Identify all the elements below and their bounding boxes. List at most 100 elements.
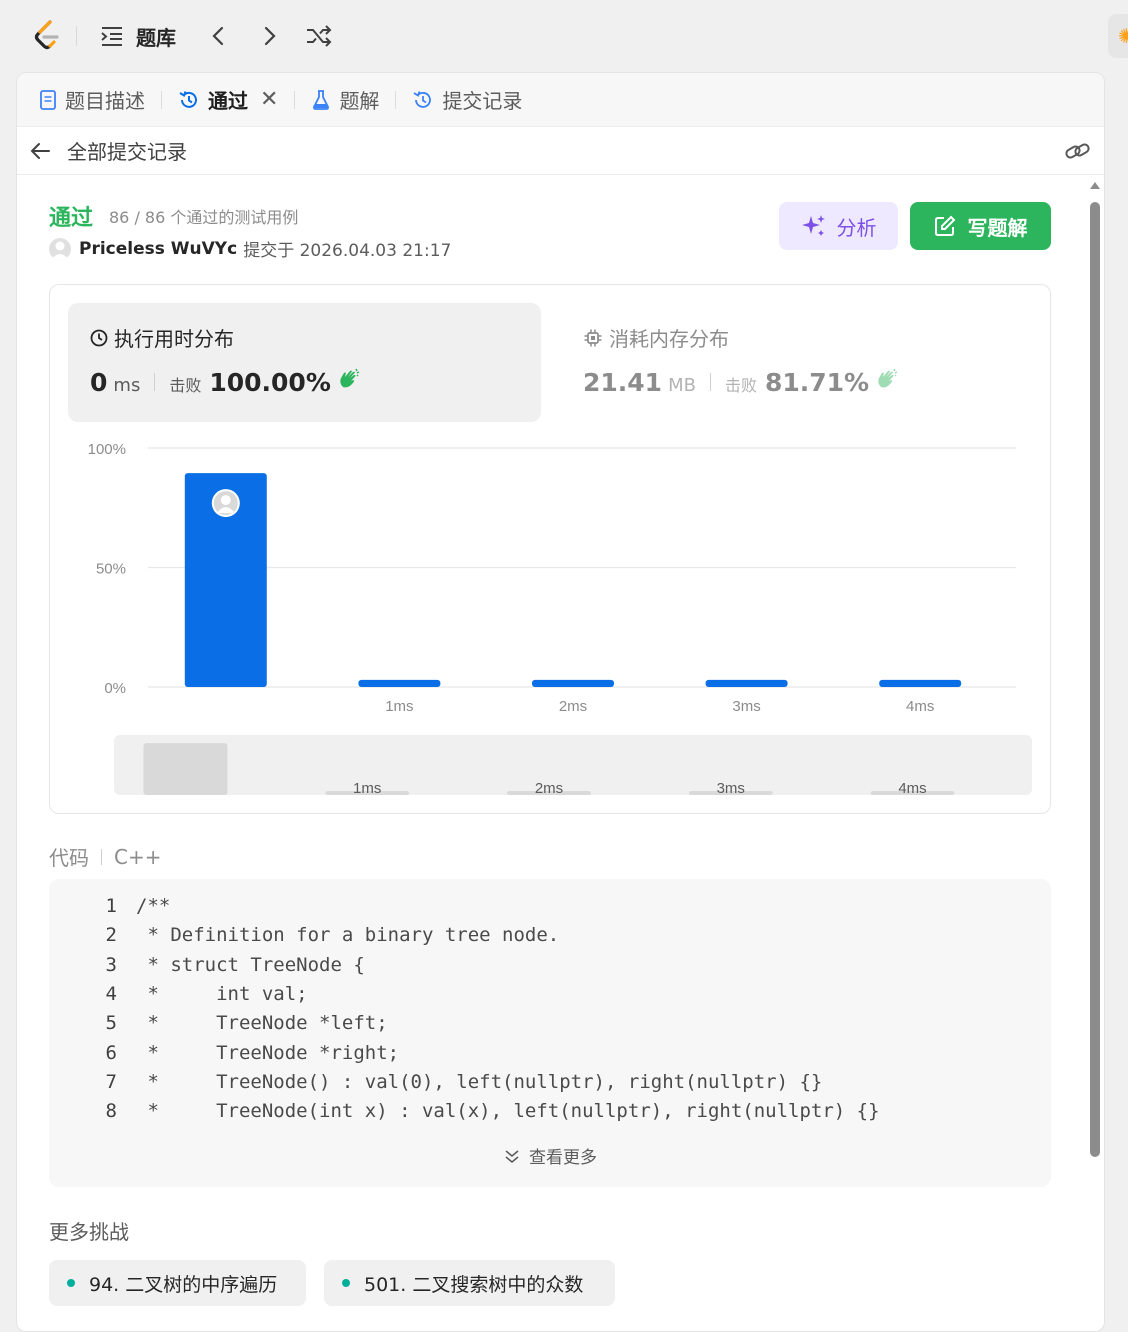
code-text: * TreeNode *right;	[136, 1041, 400, 1064]
line-number: 6	[105, 1041, 117, 1064]
tab-description[interactable]: 题目描述	[35, 80, 149, 120]
y-tick-label: 50%	[96, 561, 126, 578]
runtime-stats[interactable]: 执行用时分布 0 ms 击败 100.00%	[68, 303, 541, 422]
show-more-label: 查看更多	[529, 1148, 597, 1168]
challenge-label: 94. 二叉树的中序遍历	[89, 1273, 278, 1296]
code-text: /**	[136, 895, 171, 917]
line-number: 8	[105, 1100, 117, 1123]
x-tick-label: 4ms	[906, 698, 934, 715]
chart-bar[interactable]	[705, 679, 788, 687]
show-more-button[interactable]: 查看更多	[49, 1143, 1051, 1168]
code-line: 3 * struct TreeNode {	[49, 954, 365, 983]
flask-icon	[311, 89, 331, 111]
write-solution-button[interactable]: 写题解	[910, 202, 1051, 250]
code-block[interactable]: 1 /** 2 * Definition for a binary tree nod…	[49, 879, 1051, 1187]
problem-list-button[interactable]: 题库	[100, 20, 176, 52]
premium-side-button[interactable]: ✺	[1108, 14, 1128, 58]
leetcode-logo[interactable]	[30, 18, 66, 54]
double-chevron-down-icon	[505, 1149, 519, 1163]
analyze-button[interactable]: 分析	[779, 202, 898, 250]
difficulty-dot	[67, 1279, 75, 1287]
tab-submissions[interactable]: 提交记录	[408, 80, 526, 120]
tab-divider	[395, 90, 397, 109]
chip-icon	[584, 329, 602, 346]
difficulty-dot	[342, 1279, 350, 1287]
sun-icon: ✺	[1118, 24, 1128, 48]
memory-unit: MB	[668, 375, 696, 396]
next-problem-button[interactable]	[256, 20, 282, 52]
close-icon[interactable]: ✕	[260, 87, 278, 112]
code-header: 代码 C++	[49, 842, 161, 871]
line-number: 7	[105, 1070, 117, 1093]
memory-value: 21.41	[583, 368, 663, 397]
chevron-left-icon	[212, 26, 224, 46]
code-line: 8 * TreeNode(int x) : val(x), left(nullp…	[49, 1100, 880, 1129]
code-line: 7 * TreeNode() : val(0), left(nullptr), …	[49, 1070, 823, 1100]
x-tick-label: 2ms	[559, 698, 587, 715]
tab-label: 题目描述	[65, 89, 145, 113]
memory-beat-label: 击败	[724, 376, 757, 395]
prev-problem-button[interactable]	[206, 20, 232, 52]
navigator-tick-label: 4ms	[898, 780, 926, 797]
code-line: 4 * int val;	[49, 983, 308, 1012]
sparkle-icon	[801, 215, 825, 236]
code-text: * TreeNode(int x) : val(x), left(nullptr…	[136, 1100, 880, 1123]
line-number: 2	[105, 924, 117, 947]
history-icon	[412, 89, 434, 111]
description-icon	[39, 89, 57, 111]
author-name[interactable]: Priceless WuVYc	[79, 239, 237, 259]
runtime-distribution-chart[interactable]: 0% 50% 100% 1ms 2ms 3ms 4ms 1ms 2ms 3ms 4ms	[50, 435, 1052, 815]
arrow-left-icon[interactable]	[29, 141, 51, 161]
code-text: * TreeNode *left;	[136, 1012, 388, 1035]
divider	[76, 26, 77, 46]
shuffle-icon	[307, 25, 332, 47]
runtime-value: 0	[90, 368, 108, 397]
tab-label: 提交记录	[442, 89, 523, 113]
chart-bar[interactable]	[532, 679, 614, 687]
y-tick-label: 100%	[88, 441, 126, 458]
code-language: C++	[114, 844, 162, 869]
chevron-right-icon	[264, 26, 276, 46]
author-row: Priceless WuVYc 提交于 2026.04.03 21:17	[49, 236, 451, 261]
memory-title: 消耗内存分布	[609, 327, 729, 351]
code-text: * Definition for a binary tree node.	[136, 924, 560, 947]
link-icon[interactable]	[1064, 139, 1092, 168]
tab-label: 题解	[339, 89, 380, 113]
testcase-count: 86 / 86 个通过的测试用例	[109, 208, 299, 227]
navigator-bar	[143, 743, 228, 795]
clap-icon	[337, 367, 361, 391]
runtime-beat-label: 击败	[169, 376, 202, 395]
scrollbar-thumb[interactable]	[1090, 202, 1100, 1157]
avatar[interactable]	[49, 237, 71, 260]
y-tick-label: 0%	[104, 680, 126, 697]
challenge-item[interactable]: 94. 二叉树的中序遍历	[49, 1260, 306, 1306]
runtime-unit: ms	[113, 375, 141, 396]
memory-stats[interactable]: 消耗内存分布 21.41 MB 击败 81.71%	[583, 303, 1023, 422]
problem-list-label: 题库	[136, 25, 176, 50]
status-text: 通过	[49, 206, 94, 231]
line-number: 5	[105, 1012, 117, 1035]
scroll-up-arrow[interactable]	[1090, 182, 1100, 189]
code-line: 5 * TreeNode *left;	[49, 1012, 388, 1041]
all-submissions-link[interactable]: 全部提交记录	[67, 136, 187, 165]
submission-detail: 通过 86 / 86 个通过的测试用例 Priceless WuVYc 提交于 …	[17, 176, 1104, 1331]
avatar-head	[220, 495, 231, 506]
tab-accepted[interactable]: 通过 ✕	[174, 80, 282, 120]
chart-bar[interactable]	[358, 679, 441, 687]
history-icon	[178, 89, 200, 111]
chart-bar[interactable]	[879, 679, 962, 687]
tab-solutions[interactable]: 题解	[307, 80, 383, 120]
x-tick-label: 3ms	[732, 698, 760, 715]
submit-time: 提交于 2026.04.03 21:17	[243, 241, 452, 261]
submission-panel: 题目描述 通过 ✕ 题解 提交记录 全部提交记录 通过 86 / 86 个通过的…	[16, 72, 1105, 1332]
navigator-tick-label: 1ms	[353, 780, 381, 797]
challenge-item[interactable]: 501. 二叉搜索树中的众数	[324, 1260, 615, 1306]
submission-subheader: 全部提交记录	[17, 127, 1104, 175]
code-line: 1 /**	[49, 895, 171, 924]
navigator-tick-label: 3ms	[717, 780, 745, 797]
more-challenges-title: 更多挑战	[49, 1220, 129, 1244]
top-navbar: 题库 ✺	[0, 0, 1128, 72]
tab-label: 通过	[208, 89, 248, 113]
performance-card: 执行用时分布 0 ms 击败 100.00% 消耗内存分布 21.41 MB 击…	[49, 284, 1051, 814]
random-problem-button[interactable]	[304, 20, 334, 52]
